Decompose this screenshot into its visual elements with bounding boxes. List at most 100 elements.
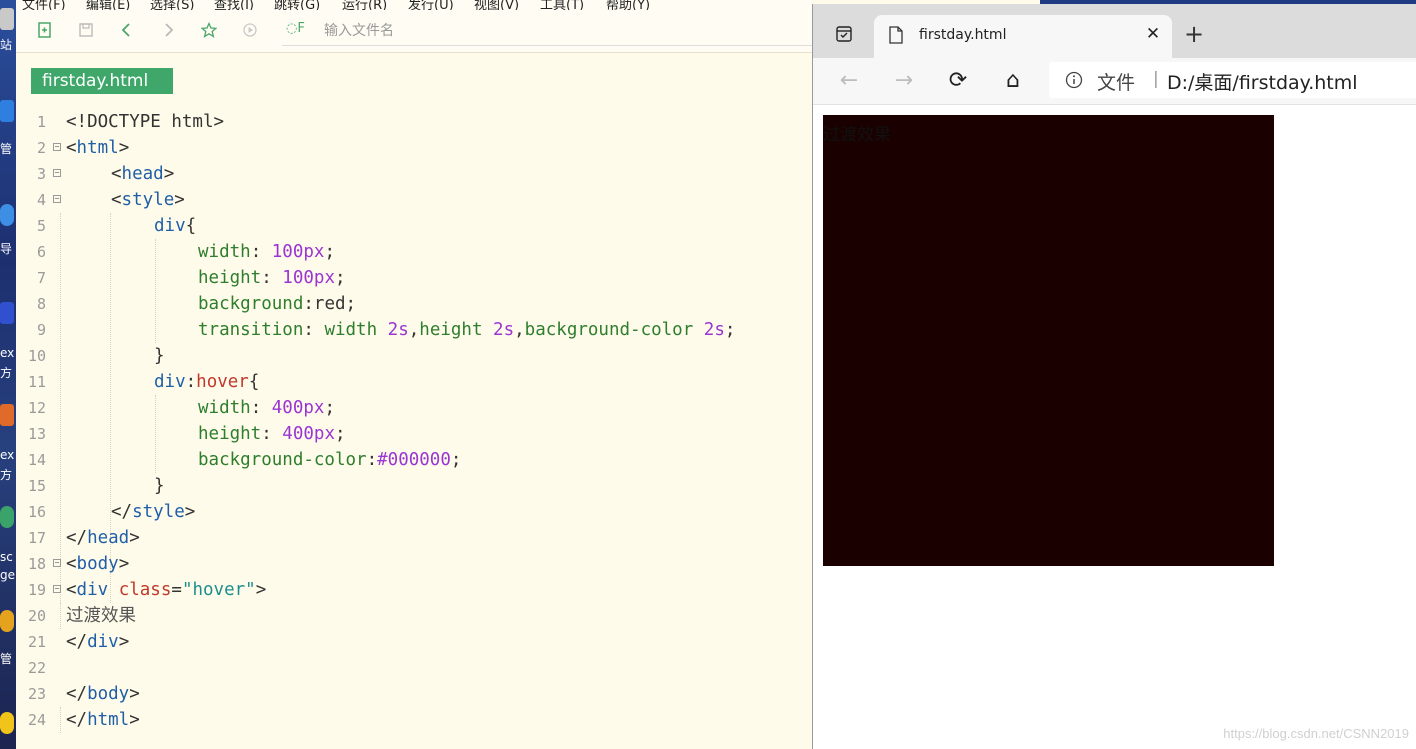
- code-line-9: 9 transition: width 2s,height 2s,backgro…: [16, 317, 813, 343]
- menu-edit[interactable]: 编辑(E): [86, 0, 130, 10]
- code-line-13: 13 height: 400px;: [16, 421, 813, 447]
- code-text: transition: width 2s,height 2s,backgroun…: [198, 320, 736, 340]
- fold-toggle-icon[interactable]: −: [53, 143, 61, 151]
- code-text: height: 400px;: [198, 424, 346, 444]
- code-text: </div>: [66, 632, 130, 652]
- desktop-icon[interactable]: [0, 506, 14, 528]
- new-file-icon[interactable]: [36, 22, 54, 40]
- menu-goto[interactable]: 跳转(G): [274, 0, 320, 10]
- browser-tab[interactable]: firstday.html ✕: [874, 15, 1172, 58]
- hover-div[interactable]: 过渡效果: [823, 115, 1274, 566]
- editor-tab-firstday[interactable]: firstday.html: [31, 68, 173, 94]
- code-line-15: 15 }: [16, 473, 813, 499]
- line-number: 6: [36, 243, 46, 261]
- code-text: height: 100px;: [198, 268, 346, 288]
- line-number: 5: [36, 217, 46, 235]
- desktop-icon-label: ge: [0, 568, 15, 582]
- code-text: div{: [154, 216, 197, 236]
- reload-icon[interactable]: ⟳: [944, 67, 972, 95]
- code-line-23: 23 </body>: [16, 681, 813, 707]
- code-text: </body>: [66, 684, 140, 704]
- code-line-3: 3 − <head>: [16, 161, 813, 187]
- address-url[interactable]: D:/桌面/firstday.html: [1167, 68, 1358, 95]
- file-search-box[interactable]: ◌F: [282, 15, 812, 46]
- run-icon[interactable]: [241, 22, 259, 40]
- page-viewport: 过渡效果 https://blog.csdn.net/CSNN2019: [813, 105, 1416, 749]
- forward-icon[interactable]: [159, 22, 177, 40]
- editor-toolbar: ◌F: [16, 10, 813, 53]
- line-number: 12: [27, 399, 46, 417]
- line-number: 4: [36, 191, 46, 209]
- code-line-18: 18 − <body>: [16, 551, 813, 577]
- code-text: background-color:#000000;: [198, 450, 462, 470]
- plus-icon[interactable]: +: [1182, 22, 1206, 46]
- menu-file[interactable]: 文件(F): [22, 0, 66, 10]
- fold-toggle-icon[interactable]: −: [53, 169, 61, 177]
- save-icon[interactable]: [77, 22, 95, 40]
- home-icon[interactable]: ⌂: [999, 67, 1027, 95]
- code-line-5: 5 div{: [16, 213, 813, 239]
- menu-bar: 文件(F) 编辑(E) 选择(S) 查找(I) 跳转(G) 运行(R) 发行(U…: [16, 0, 813, 10]
- desktop-icon[interactable]: [0, 610, 14, 632]
- code-line-1: 1 <!DOCTYPE html>: [16, 109, 813, 135]
- star-icon[interactable]: [200, 21, 218, 40]
- code-text: <style>: [111, 190, 185, 210]
- tab-actions-icon[interactable]: [835, 25, 853, 43]
- code-line-16: 16 </style>: [16, 499, 813, 525]
- desktop-icon[interactable]: [0, 712, 14, 734]
- watermark: https://blog.csdn.net/CSNN2019: [1223, 726, 1409, 741]
- line-number: 15: [27, 477, 46, 495]
- desktop-icon[interactable]: [0, 8, 14, 30]
- desktop-icon-label: 管: [0, 652, 13, 666]
- menu-help[interactable]: 帮助(Y): [606, 0, 650, 10]
- hover-div-text: 过渡效果: [823, 125, 891, 145]
- code-text: div:hover{: [154, 372, 260, 392]
- line-number: 2: [36, 139, 46, 157]
- back-icon[interactable]: [118, 22, 136, 40]
- desktop-icon-label: ex: [0, 448, 15, 462]
- code-text: <!DOCTYPE html>: [66, 112, 225, 132]
- fold-toggle-icon[interactable]: −: [53, 559, 61, 567]
- code-line-4: 4 − <style>: [16, 187, 813, 213]
- address-separator: |: [1153, 69, 1159, 89]
- menu-tools[interactable]: 工具(T): [540, 0, 584, 10]
- code-line-10: 10 }: [16, 343, 813, 369]
- menu-view[interactable]: 视图(V): [474, 0, 519, 10]
- desktop-icon[interactable]: [0, 404, 14, 426]
- desktop-icon-label: 管: [0, 142, 13, 156]
- fold-toggle-icon[interactable]: −: [53, 195, 61, 203]
- menu-find[interactable]: 查找(I): [214, 0, 254, 10]
- code-text: </style>: [111, 502, 196, 522]
- menu-select[interactable]: 选择(S): [150, 0, 194, 10]
- line-number: 17: [27, 529, 46, 547]
- address-scheme-label: 文件: [1097, 72, 1136, 94]
- code-text: width: 400px;: [198, 398, 335, 418]
- address-bar[interactable]: 文件 | D:/桌面/firstday.html: [1049, 62, 1416, 98]
- desktop-icon-label: 方: [0, 468, 13, 482]
- desktop-icon-label: sc: [0, 550, 13, 564]
- file-search-input[interactable]: [322, 19, 806, 43]
- code-line-12: 12 width: 400px;: [16, 395, 813, 421]
- back-icon[interactable]: ←: [835, 67, 863, 95]
- code-line-11: 11 div:hover{: [16, 369, 813, 395]
- line-number: 10: [27, 347, 46, 365]
- menu-publish[interactable]: 发行(U): [408, 0, 454, 10]
- browser-nav-bar: ← → ⟳ ⌂ 文件 | D:/桌面/firstday.html: [813, 58, 1416, 105]
- desktop-icon-label: 方: [0, 366, 13, 380]
- line-number: 11: [27, 373, 46, 391]
- close-icon[interactable]: ✕: [1142, 23, 1164, 45]
- code-line-2: 2 − <html>: [16, 135, 813, 161]
- code-text: <html>: [66, 138, 130, 158]
- menu-run[interactable]: 运行(R): [342, 0, 387, 10]
- desktop-icon-label: 导: [0, 242, 13, 256]
- fold-toggle-icon[interactable]: −: [53, 585, 61, 593]
- code-line-7: 7 height: 100px;: [16, 265, 813, 291]
- desktop-icon[interactable]: [0, 100, 14, 122]
- desktop-icon[interactable]: [0, 204, 14, 226]
- forward-icon[interactable]: →: [890, 67, 918, 95]
- info-icon[interactable]: [1065, 71, 1083, 89]
- desktop-icon[interactable]: [0, 302, 14, 324]
- code-line-19: 19 − <div class="hover">: [16, 577, 813, 603]
- code-text: <body>: [66, 554, 130, 574]
- file-search-icon: ◌F: [286, 21, 305, 36]
